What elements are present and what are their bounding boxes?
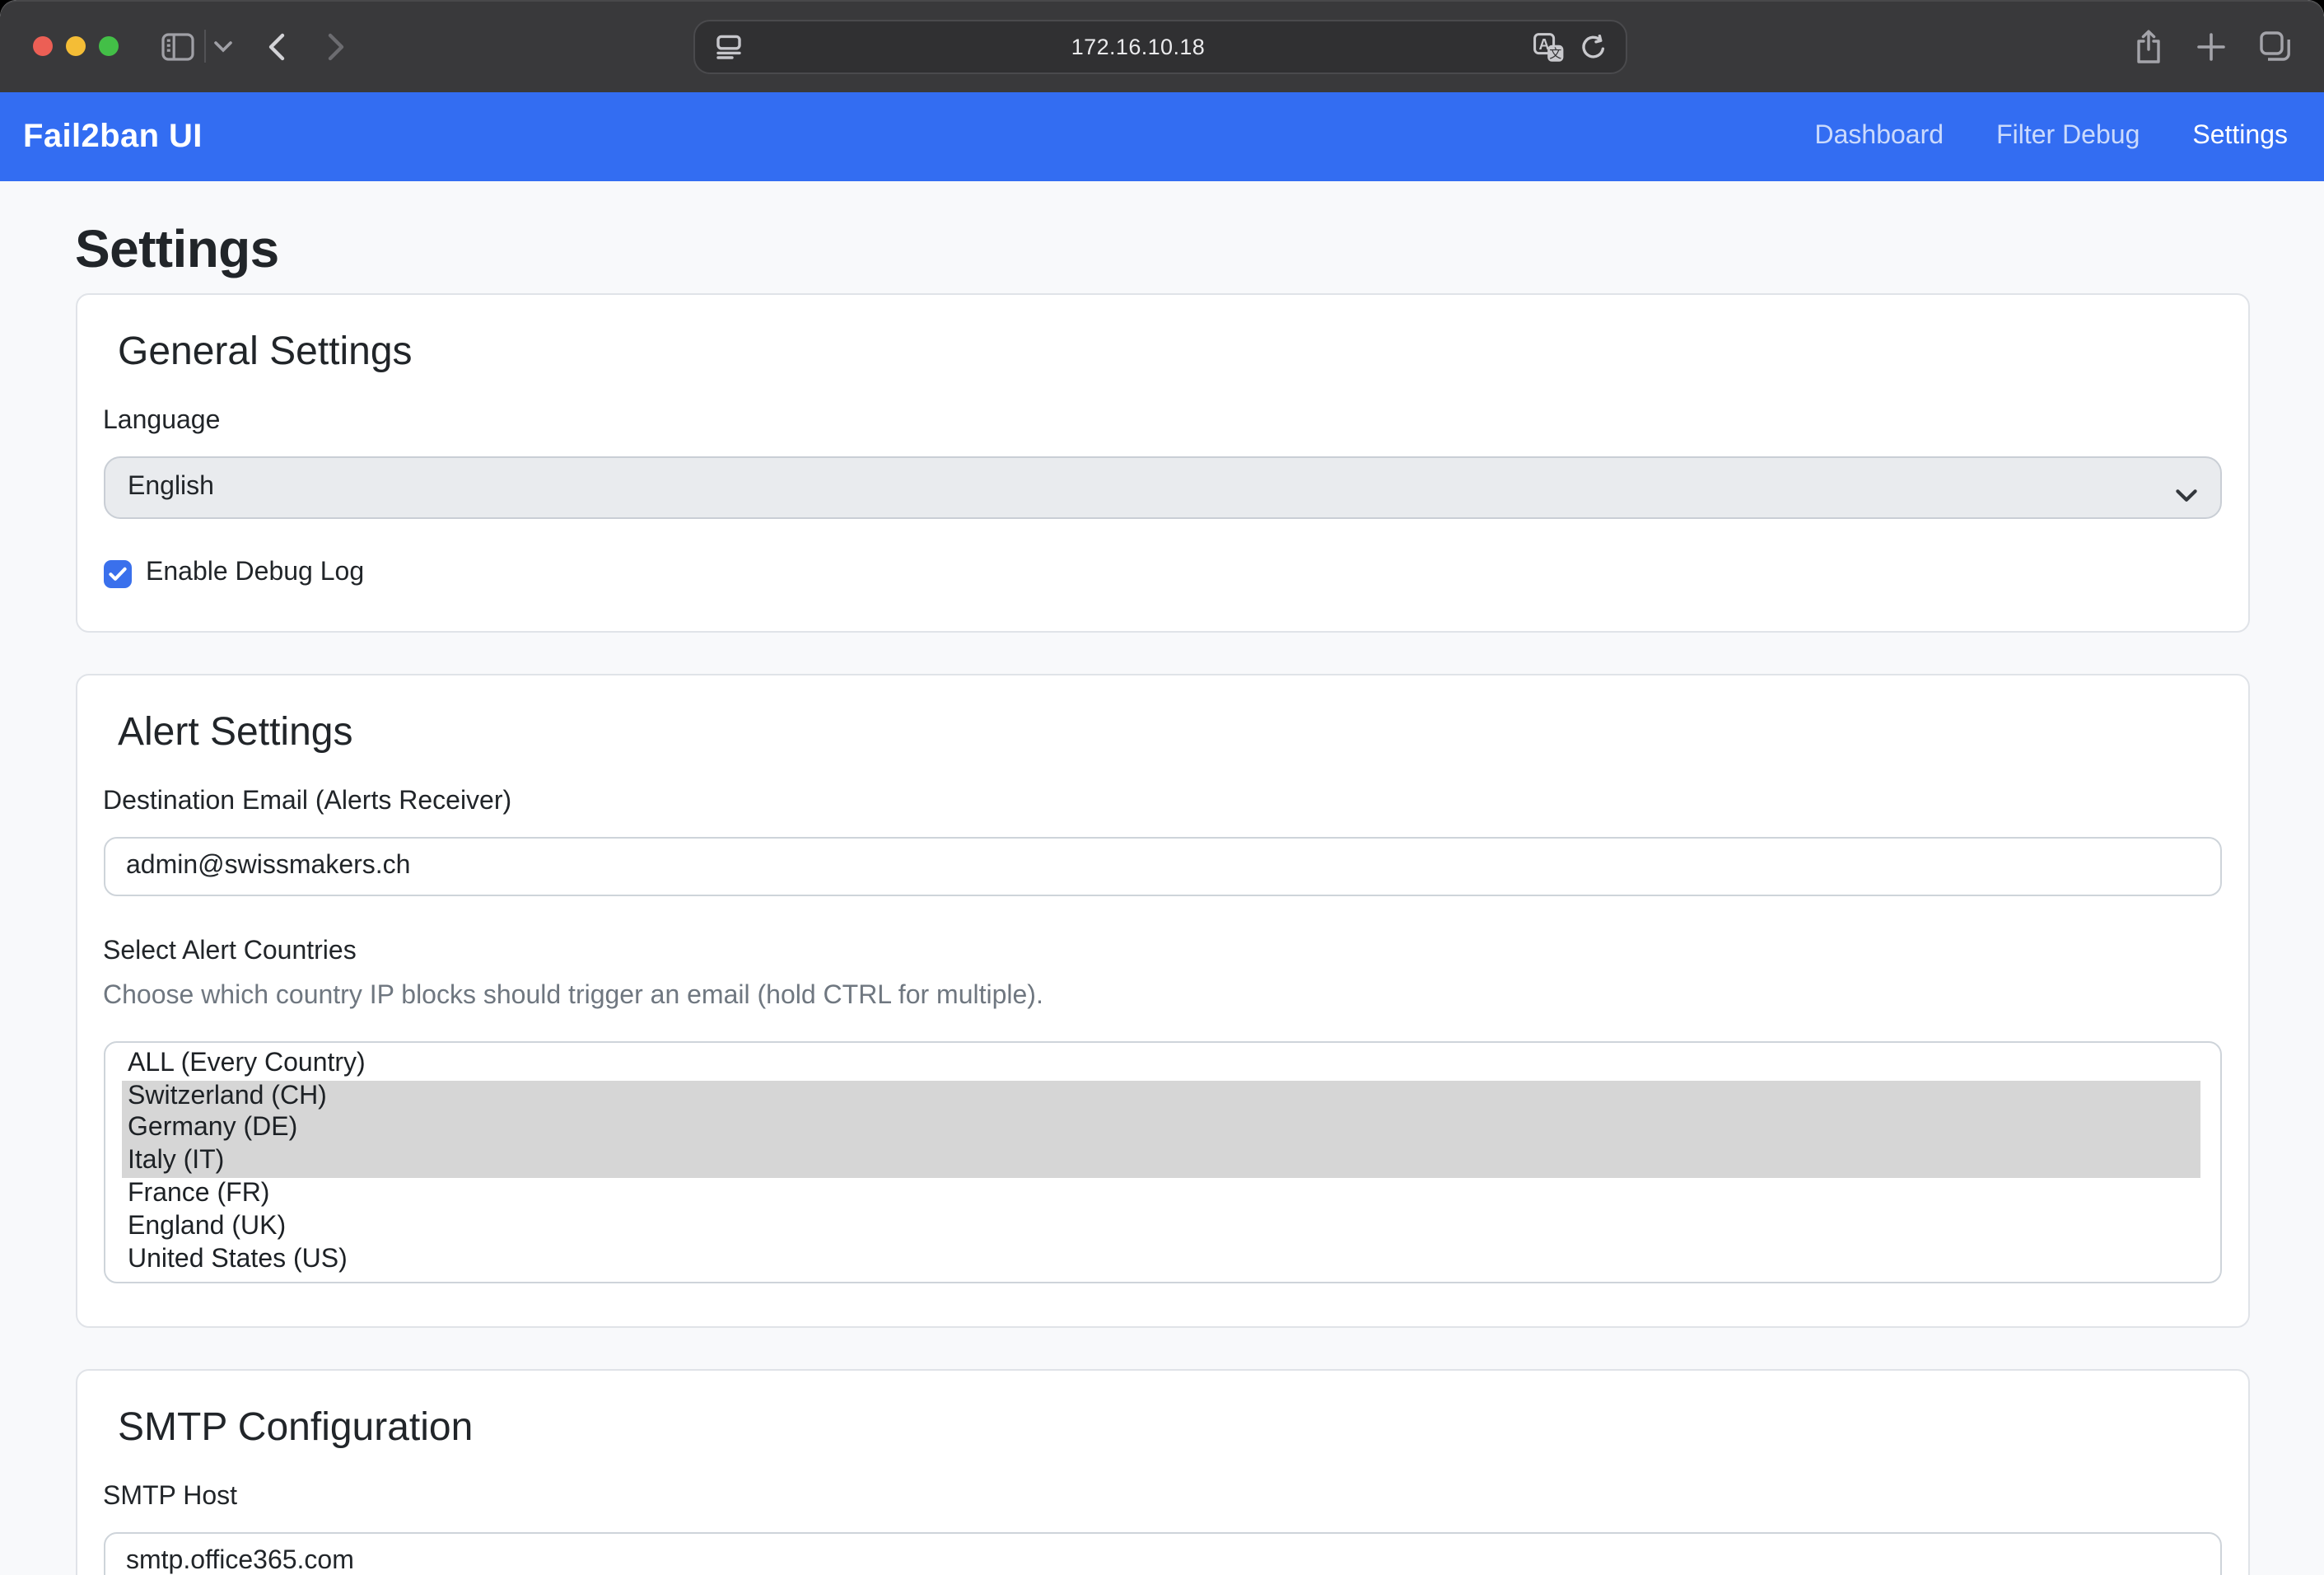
chevron-down-icon — [2175, 481, 2196, 511]
smtp-configuration-card: SMTP Configuration SMTP Host — [75, 1368, 2249, 1575]
reload-icon[interactable] — [1581, 34, 1606, 60]
enable-debug-checkbox[interactable] — [103, 559, 131, 587]
brand[interactable]: Fail2ban UI — [23, 118, 203, 156]
destination-email-label: Destination Email (Alerts Receiver) — [103, 786, 2221, 817]
sidebar-icon[interactable] — [160, 0, 196, 92]
general-settings-title: General Settings — [118, 331, 2221, 372]
nav-link-filter-debug[interactable]: Filter Debug — [1983, 109, 2153, 165]
tab-overview-icon[interactable] — [2260, 31, 2291, 61]
url-text[interactable]: 172.16.10.18 — [743, 35, 1533, 59]
forward-icon[interactable] — [323, 0, 349, 92]
alert-settings-card: Alert Settings Destination Email (Alerts… — [75, 674, 2249, 1327]
safari-window: 172.16.10.18 A 文 — [0, 0, 2324, 1575]
zoom-window-button[interactable] — [99, 36, 119, 56]
page-title: Settings — [75, 221, 2249, 277]
destination-email-input[interactable] — [103, 837, 2221, 896]
app-navbar: Fail2ban UI Dashboard Filter Debug Setti… — [0, 92, 2324, 181]
share-icon[interactable] — [2135, 29, 2163, 63]
country-option[interactable]: ALL (Every Country) — [121, 1048, 2200, 1081]
close-window-button[interactable] — [33, 36, 53, 56]
browser-toolbar: 172.16.10.18 A 文 — [0, 0, 2324, 92]
alert-countries-listbox[interactable]: ALL (Every Country) Switzerland (CH) Ger… — [103, 1041, 2221, 1283]
smtp-configuration-title: SMTP Configuration — [118, 1406, 2221, 1447]
nav-link-settings[interactable]: Settings — [2179, 109, 2301, 165]
chevron-down-icon[interactable] — [211, 0, 234, 92]
language-select-value: English — [128, 473, 214, 502]
alert-countries-help: Choose which country IP blocks should tr… — [103, 980, 2221, 1012]
alert-countries-label: Select Alert Countries — [103, 936, 2221, 967]
enable-debug-label[interactable]: Enable Debug Log — [146, 558, 364, 588]
nav-link-dashboard[interactable]: Dashboard — [1802, 109, 1958, 165]
address-bar[interactable]: 172.16.10.18 A 文 — [693, 20, 1627, 74]
country-option[interactable]: Italy (IT) — [121, 1146, 2200, 1179]
alert-settings-title: Alert Settings — [118, 712, 2221, 753]
country-option[interactable]: France (FR) — [121, 1178, 2200, 1211]
smtp-host-input[interactable] — [103, 1531, 2221, 1575]
toolbar-divider — [204, 30, 206, 63]
back-icon[interactable] — [264, 0, 290, 92]
translate-icon[interactable]: A 文 — [1533, 32, 1565, 62]
new-tab-icon[interactable] — [2197, 32, 2225, 60]
language-select[interactable]: English — [103, 456, 2221, 519]
page-settings-icon[interactable] — [716, 35, 743, 59]
minimize-window-button[interactable] — [66, 36, 86, 56]
language-label: Language — [103, 405, 2221, 437]
general-settings-card: General Settings Language English — [75, 293, 2249, 633]
smtp-host-label: SMTP Host — [103, 1480, 2221, 1512]
country-option[interactable]: Switzerland (CH) — [121, 1081, 2200, 1114]
svg-text:文: 文 — [1549, 45, 1561, 60]
country-option[interactable]: United States (US) — [121, 1244, 2200, 1277]
country-option[interactable]: England (UK) — [121, 1211, 2200, 1244]
window-controls — [33, 36, 119, 56]
nav-links: Dashboard Filter Debug Settings — [1776, 109, 2302, 165]
country-option[interactable]: Germany (DE) — [121, 1113, 2200, 1146]
